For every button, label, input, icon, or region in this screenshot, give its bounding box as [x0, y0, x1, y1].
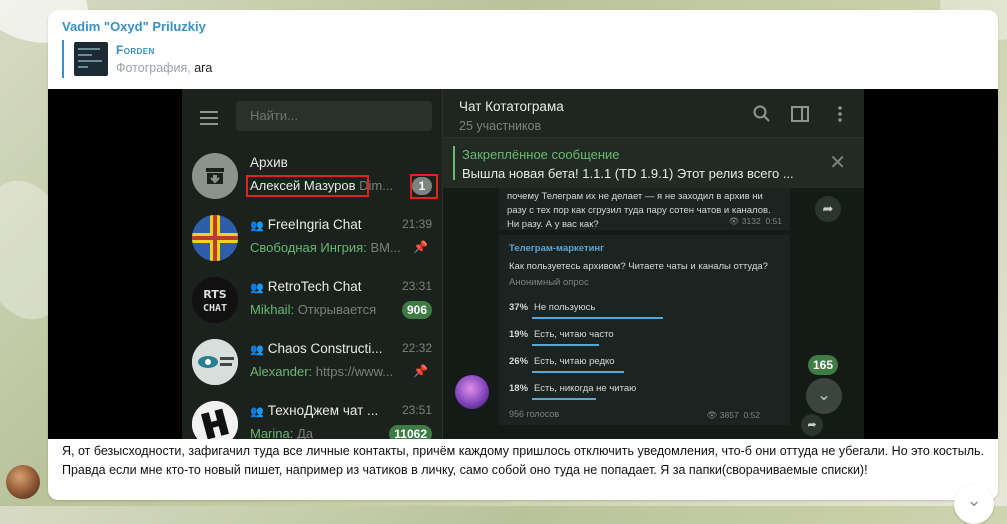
search-icon	[753, 105, 771, 123]
pin-icon: 📌	[413, 240, 428, 254]
archive-icon	[192, 153, 238, 199]
search-field: Найти...	[236, 101, 432, 131]
pinned-text: Вышла новая бета! 1.1.1 (TD 1.9.1) Этот …	[462, 166, 794, 181]
chat-header: Чат Котатограма 25 участников	[443, 89, 864, 137]
forwarded-message: почему Телеграм их не делает — я не захо…	[499, 188, 790, 230]
chat-time: 23:51	[401, 403, 432, 417]
technojam-avatar	[192, 401, 238, 439]
scroll-down-button[interactable]: ⌄	[954, 484, 994, 524]
chat-title: Чат Котатограма	[459, 99, 564, 114]
reply-title: Forden	[116, 43, 155, 57]
reply-thumbnail	[74, 42, 108, 76]
chat-members: 25 участников	[459, 119, 542, 133]
message-views: 👁 3132 0:51	[728, 216, 782, 226]
chat-preview: Marina: Да	[250, 426, 314, 439]
user-avatar-jellyfish	[455, 375, 489, 409]
chat-list-panel: Найти... Архив Алексей Мазуров Dim... 1	[182, 89, 443, 439]
highlight-box-badge	[410, 174, 438, 199]
attached-photo[interactable]: Найти... Архив Алексей Мазуров Dim... 1	[48, 89, 998, 439]
poll-views: 👁 3857 0:52	[706, 410, 760, 420]
freeingria-avatar	[192, 215, 238, 261]
telegram-screenshot: Найти... Архив Алексей Мазуров Dim... 1	[182, 89, 864, 439]
sender-name[interactable]: Vadim "Oxyd" Priluzkiy	[62, 19, 206, 34]
chat-item-chaos: 👥 Chaos Constructi... 22:32 Alexander: ht…	[182, 331, 442, 393]
message-bubble: Vadim "Oxyd" Priluzkiy Forden Фотография…	[48, 10, 998, 500]
poll-option: 19% Есть, читаю часто	[509, 329, 614, 340]
message-caption: Я, от безысходности, зафигачил туда все …	[62, 444, 985, 477]
group-icon: 👥	[250, 406, 264, 418]
group-icon: 👥	[250, 282, 264, 294]
chat-item-freeingria: 👥 FreeIngria Chat 21:39 Свободная Ингрия:…	[182, 207, 442, 269]
chevron-down-icon: ⌄	[806, 378, 842, 414]
poll-kind: Анонимный опрос	[509, 277, 589, 288]
chat-name: Архив	[250, 155, 288, 170]
chat-time: 21:39	[401, 217, 432, 231]
poll-option-bar	[532, 371, 624, 373]
reply-subtitle: Фотография, ага	[116, 61, 213, 75]
chat-preview: Свободная Ингрия: BM...	[250, 240, 400, 255]
message-feed: почему Телеграм их не делает — я не захо…	[443, 188, 864, 439]
unread-badge: 906	[401, 301, 432, 319]
chat-time: 22:32	[401, 341, 432, 355]
pinned-message: Закреплённое сообщение Вышла новая бета!…	[443, 137, 864, 189]
poll-question: Как пользуетесь архивом? Читаете чаты и …	[509, 261, 768, 272]
poll-message: Телеграм-маркетинг Как пользуетесь архив…	[499, 235, 790, 425]
highlight-box-name	[246, 175, 369, 197]
chat-item-retrotech: RTS CHAT 👥 RetroTech Chat 23:31 Mikhail: О…	[182, 269, 442, 331]
poll-votes: 956 голосов	[509, 409, 560, 419]
svg-text:RTS: RTS	[203, 288, 226, 301]
sidebar-toggle-icon	[791, 105, 809, 123]
more-vert-icon	[831, 105, 849, 123]
poll-option: 26% Есть, читаю редко	[509, 356, 615, 367]
group-icon: 👥	[250, 220, 264, 232]
chat-item-technojam: 👥 ТехноДжем чат ... 23:51 Marina: Да 1106…	[182, 393, 442, 439]
pinned-label: Закреплённое сообщение	[462, 147, 620, 162]
retrotech-avatar: RTS CHAT	[192, 277, 238, 323]
poll-option-bar	[532, 317, 663, 319]
svg-text:CHAT: CHAT	[203, 303, 227, 314]
share-icon: ➦	[801, 414, 823, 436]
chat-time: 23:31	[401, 279, 432, 293]
chat-preview: Mikhail: Открывается	[250, 302, 377, 317]
poll-option: 18% Есть, никогда не читаю	[509, 383, 637, 394]
unread-counter: 165	[808, 355, 838, 375]
poll-option: 37% Не пользуюсь	[509, 302, 596, 313]
pin-icon: 📌	[413, 364, 428, 378]
reply-preview[interactable]: Forden Фотография, ага	[62, 40, 212, 78]
chat-view: Чат Котатограма 25 участников Закреплённ…	[443, 89, 864, 439]
poll-option-bar	[532, 398, 596, 400]
hamburger-menu-icon	[200, 111, 218, 125]
sender-avatar[interactable]	[6, 465, 40, 499]
close-icon: ✕	[829, 152, 846, 174]
poll-channel: Телеграм-маркетинг	[509, 243, 605, 254]
share-icon: ➦	[815, 196, 841, 222]
unread-badge: 11062	[389, 425, 432, 439]
group-icon: 👥	[250, 344, 264, 356]
chaos-avatar	[192, 339, 238, 385]
poll-option-bar	[532, 344, 599, 346]
chat-preview: Alexander: https://www...	[250, 364, 394, 379]
